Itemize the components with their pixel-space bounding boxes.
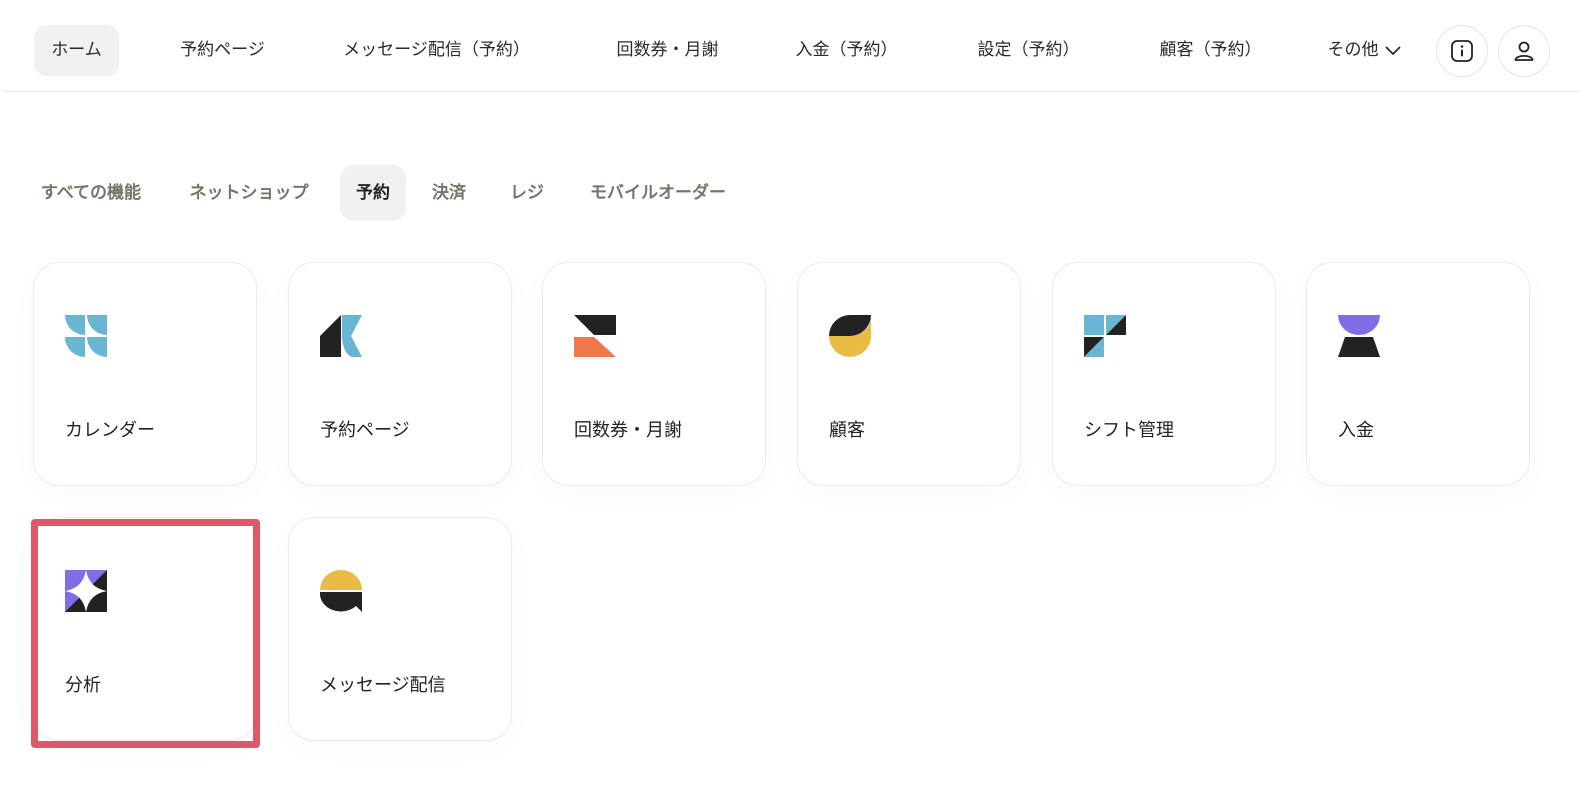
nav-home[interactable]: ホーム	[34, 25, 119, 76]
card-payment[interactable]: 入金	[1306, 262, 1530, 486]
message-icon	[320, 570, 362, 612]
card-analytics[interactable]: 分析	[33, 517, 257, 741]
card-tickets-tuition[interactable]: 回数券・月謝	[542, 262, 766, 486]
card-label: メッセージ配信	[320, 675, 446, 696]
card-label: 回数券・月謝	[574, 420, 682, 441]
nav-payment[interactable]: 入金（予約）	[779, 25, 914, 76]
info-icon	[1451, 40, 1473, 62]
card-calendar[interactable]: カレンダー	[33, 262, 257, 486]
nav-message-delivery[interactable]: メッセージ配信（予約）	[324, 25, 549, 76]
card-reservation-page[interactable]: 予約ページ	[288, 262, 512, 486]
nav-customers[interactable]: 顧客（予約）	[1143, 25, 1278, 76]
card-label: 入金	[1338, 420, 1374, 441]
nav-settings[interactable]: 設定（予約）	[961, 25, 1096, 76]
tab-mobile-order[interactable]: モバイルオーダー	[578, 165, 738, 221]
card-label: 顧客	[829, 420, 865, 441]
card-label: シフト管理	[1084, 420, 1174, 441]
card-shift-management[interactable]: シフト管理	[1052, 262, 1276, 486]
nav-tickets-tuition[interactable]: 回数券・月謝	[595, 25, 740, 76]
ticket-icon	[574, 315, 616, 357]
tab-settlement[interactable]: 決済	[423, 165, 475, 221]
card-label: 分析	[65, 675, 101, 696]
shift-icon	[1084, 315, 1126, 357]
card-label: カレンダー	[65, 420, 155, 441]
card-label: 予約ページ	[320, 420, 410, 441]
user-icon	[1514, 41, 1534, 61]
card-message-delivery[interactable]: メッセージ配信	[288, 517, 512, 741]
tab-register[interactable]: レジ	[501, 165, 553, 221]
tab-reservation[interactable]: 予約	[340, 165, 406, 221]
nav-reservation-page[interactable]: 予約ページ	[155, 25, 290, 76]
payment-icon	[1338, 315, 1380, 357]
nav-more[interactable]: その他	[1308, 25, 1420, 76]
analytics-icon	[65, 570, 107, 612]
reservation-page-icon	[320, 315, 362, 357]
nav-more-label: その他	[1327, 40, 1379, 60]
card-customer[interactable]: 顧客	[797, 262, 1021, 486]
info-button[interactable]	[1436, 25, 1488, 77]
chevron-down-icon	[1385, 46, 1400, 55]
calendar-icon	[65, 315, 107, 357]
user-button[interactable]	[1498, 25, 1550, 77]
top-navigation: ホーム 予約ページ メッセージ配信（予約） 回数券・月謝 入金（予約） 設定（予…	[3, 0, 1579, 92]
tab-all-features[interactable]: すべての機能	[28, 165, 154, 221]
customer-icon	[829, 315, 871, 357]
tab-net-shop[interactable]: ネットショップ	[178, 165, 320, 221]
